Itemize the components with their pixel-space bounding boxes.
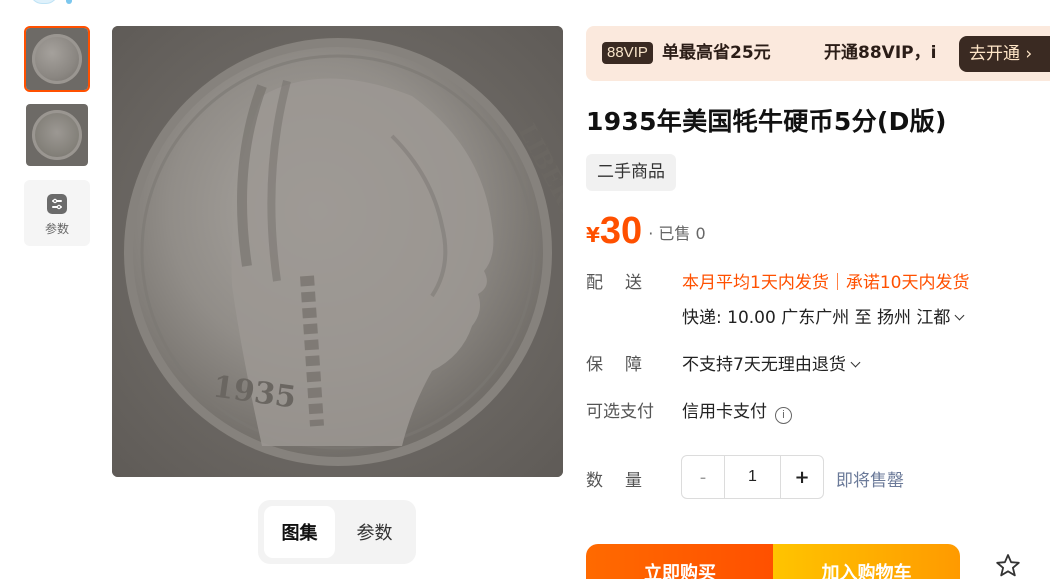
guarantee-text: 不支持7天无理由退货 xyxy=(682,355,846,375)
quantity-decrease-button[interactable]: - xyxy=(682,456,725,498)
shipping-route[interactable]: 快递: 10.00 广东广州 至 扬州 江都 xyxy=(682,303,965,328)
payment-value: 信用卡支付 i xyxy=(682,397,792,424)
star-outline-icon[interactable] xyxy=(994,552,1022,579)
vip-promo-bar: 88VIP 单最高省25元 开通88VIP，i 去开通 › xyxy=(586,26,1050,81)
params-icon xyxy=(47,193,67,214)
quantity-stepper: - + xyxy=(681,455,824,499)
main-product-image[interactable]: 1935 LIBERTY xyxy=(112,26,563,477)
shipping-detail: 快递: 10.00 广东广州 至 扬州 江都 xyxy=(682,308,951,328)
condition-tag: 二手商品 xyxy=(586,154,676,191)
price-row: ¥ 30 · 已售 0 xyxy=(586,205,706,253)
quantity-label: 数量 xyxy=(586,471,664,491)
currency-symbol: ¥ xyxy=(586,223,600,247)
tab-gallery[interactable]: 图集 xyxy=(264,506,335,558)
thumbnail-image xyxy=(26,104,88,166)
params-thumb-label: 参数 xyxy=(44,221,69,236)
thumbnail-coin-front[interactable] xyxy=(24,26,90,92)
vip-save-text: 单最高省25元 xyxy=(662,43,771,63)
guarantee-label: 保障 xyxy=(586,355,664,375)
vip-badge: 88VIP xyxy=(602,42,653,64)
quantity-input[interactable] xyxy=(725,456,780,498)
shipping-promise: 本月平均1天内发货｜承诺10天内发货 xyxy=(682,273,970,293)
quantity-increase-button[interactable]: + xyxy=(780,456,823,498)
shipping-label: 配送 xyxy=(586,273,664,293)
vip-open-button[interactable]: 去开通 › xyxy=(959,36,1050,72)
gallery-tab-bar: 图集 参数 xyxy=(258,500,416,564)
sold-count: · 已售 0 xyxy=(648,224,706,243)
thumbnail-coin-back[interactable] xyxy=(24,102,90,168)
product-title: 1935年美国牦牛硬币5分(D版) xyxy=(586,107,947,136)
payment-text: 信用卡支付 xyxy=(682,402,767,422)
chevron-down-icon xyxy=(850,357,861,368)
stock-status: 即将售罄 xyxy=(836,471,904,491)
price-value: 30 xyxy=(599,210,643,252)
buy-now-button[interactable]: 立即购买 xyxy=(586,544,774,579)
tab-params[interactable]: 参数 xyxy=(339,506,410,558)
thumbnail-image xyxy=(26,28,88,90)
header-icon-fragment xyxy=(66,0,72,4)
vip-open-text: 开通88VIP，i xyxy=(824,43,937,63)
thumbnail-params[interactable]: 参数 xyxy=(24,180,90,246)
info-circle-icon[interactable]: i xyxy=(775,407,792,424)
guarantee-value[interactable]: 不支持7天无理由退货 xyxy=(682,350,861,375)
chevron-down-icon xyxy=(954,310,965,321)
coin-illustration: 1935 LIBERTY xyxy=(112,26,563,477)
header-logo-fragment xyxy=(30,0,58,4)
payment-label: 可选支付 xyxy=(586,402,654,422)
add-to-cart-button[interactable]: 加入购物车 xyxy=(773,544,960,579)
